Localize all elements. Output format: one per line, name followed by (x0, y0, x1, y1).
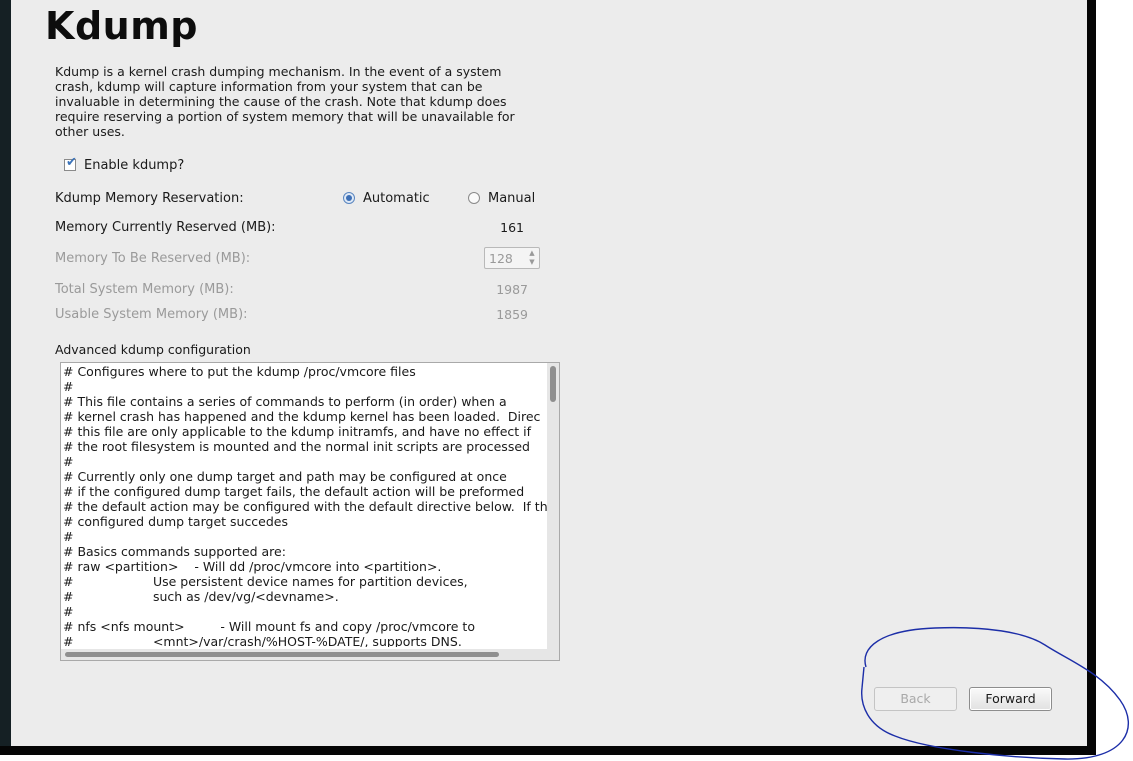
to-reserve-spinbox[interactable]: 128 ▲ ▼ (484, 247, 540, 269)
total-memory-value: 1987 (496, 282, 528, 297)
page-title: Kdump (45, 4, 198, 48)
spin-up-icon[interactable]: ▲ (527, 249, 537, 258)
window-frame-left (0, 0, 11, 746)
usable-memory-label: Usable System Memory (MB): (55, 307, 248, 322)
automatic-radio[interactable] (343, 192, 355, 204)
advanced-config-textarea[interactable]: # Configures where to put the kdump /pro… (60, 362, 560, 661)
window-frame-bottom (0, 746, 1096, 755)
to-reserve-label: Memory To Be Reserved (MB): (55, 251, 251, 266)
config-line[interactable]: # This file contains a series of command… (63, 394, 547, 409)
config-line[interactable]: # the root filesystem is mounted and the… (63, 439, 547, 454)
manual-radio-label[interactable]: Manual (488, 191, 535, 206)
config-line[interactable]: # the default action may be configured w… (63, 499, 547, 514)
page-description: Kdump is a kernel crash dumping mechanis… (55, 64, 515, 139)
config-line[interactable]: # Use persistent device names for partit… (63, 574, 547, 589)
config-line[interactable]: # Currently only one dump target and pat… (63, 469, 547, 484)
config-text[interactable]: # Configures where to put the kdump /pro… (63, 364, 547, 647)
current-reserved-label: Memory Currently Reserved (MB): (55, 220, 276, 235)
horizontal-scrollbar[interactable] (61, 649, 559, 660)
config-line[interactable]: # (63, 379, 547, 394)
config-line[interactable]: # nfs <nfs mount> - Will mount fs and co… (63, 619, 547, 634)
config-line[interactable]: # such as /dev/vg/<devname>. (63, 589, 547, 604)
current-reserved-value: 161 (500, 220, 524, 235)
config-line[interactable]: # kernel crash has happened and the kdum… (63, 409, 547, 424)
manual-radio[interactable] (468, 192, 480, 204)
config-line[interactable]: # raw <partition> - Will dd /proc/vmcore… (63, 559, 547, 574)
reservation-label: Kdump Memory Reservation: (55, 191, 244, 206)
config-line[interactable]: # Basics commands supported are: (63, 544, 547, 559)
window-frame-right (1087, 0, 1096, 755)
config-line[interactable]: # <mnt>/var/crash/%HOST-%DATE/, supports… (63, 634, 547, 647)
total-memory-label: Total System Memory (MB): (55, 282, 234, 297)
config-line[interactable]: # (63, 454, 547, 469)
back-button[interactable]: Back (874, 687, 957, 711)
vertical-scrollbar[interactable] (547, 363, 559, 650)
config-line[interactable]: # configured dump target succedes (63, 514, 547, 529)
config-line[interactable]: # (63, 529, 547, 544)
config-line[interactable]: # if the configured dump target fails, t… (63, 484, 547, 499)
enable-kdump-checkbox[interactable]: ✔ (64, 155, 77, 171)
advanced-config-label: Advanced kdump configuration (55, 342, 251, 357)
config-line[interactable]: # (63, 604, 547, 619)
config-line[interactable]: # Configures where to put the kdump /pro… (63, 364, 547, 379)
to-reserve-value[interactable]: 128 (489, 251, 513, 266)
usable-memory-value: 1859 (496, 307, 528, 322)
horizontal-scroll-thumb[interactable] (65, 652, 499, 657)
automatic-radio-label[interactable]: Automatic (363, 191, 430, 206)
vertical-scroll-thumb[interactable] (550, 366, 556, 402)
spin-down-icon[interactable]: ▼ (527, 258, 537, 267)
forward-button[interactable]: Forward (969, 687, 1052, 711)
config-line[interactable]: # this file are only applicable to the k… (63, 424, 547, 439)
enable-kdump-row[interactable]: ✔ Enable kdump? (64, 155, 184, 173)
enable-kdump-label[interactable]: Enable kdump? (84, 158, 184, 173)
checkmark-icon: ✔ (66, 155, 77, 170)
